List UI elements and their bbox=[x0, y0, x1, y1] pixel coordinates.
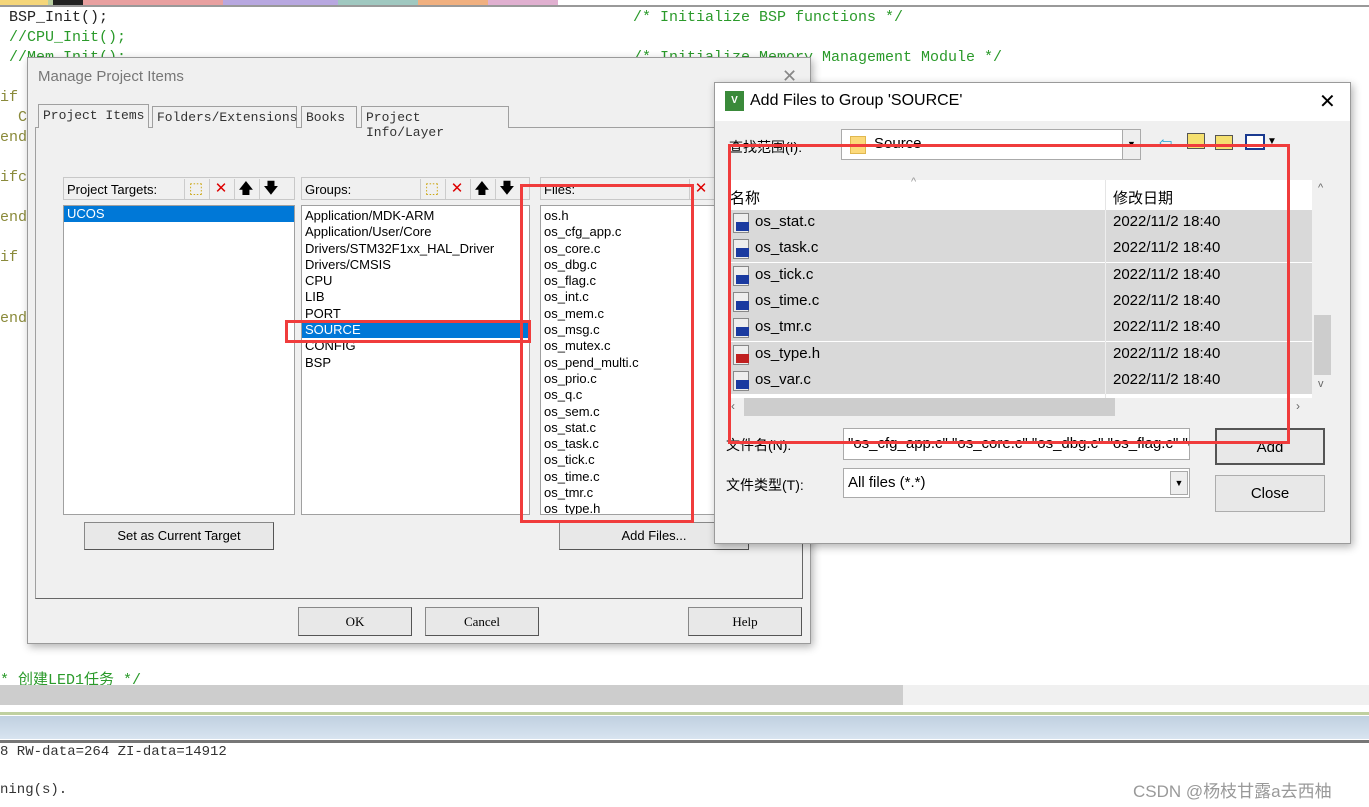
editor-hscrollbar[interactable] bbox=[0, 685, 1369, 705]
group-item[interactable]: Drivers/STM32F1xx_HAL_Driver bbox=[302, 241, 529, 257]
divider bbox=[0, 712, 1369, 715]
code-fragment: if bbox=[0, 89, 19, 106]
move-up-icon[interactable]: 🡅 bbox=[470, 179, 493, 199]
filetype-select[interactable]: All files (*.*) ▼ bbox=[843, 468, 1190, 498]
close-icon[interactable]: ✕ bbox=[1319, 89, 1336, 114]
code-fragment: C bbox=[0, 109, 28, 126]
groups-list[interactable]: Application/MDK-ARM Application/User/Core… bbox=[301, 205, 530, 515]
code-line: //CPU_Init(); bbox=[0, 29, 127, 46]
divider bbox=[0, 740, 1369, 743]
build-output-line: ning(s). bbox=[0, 782, 68, 798]
file-list-vscrollbar[interactable]: ^ v bbox=[1312, 180, 1333, 395]
targets-label: Project Targets: bbox=[67, 182, 158, 197]
chevron-down-icon[interactable]: ▼ bbox=[1170, 471, 1188, 495]
set-current-target-button[interactable]: Set as Current Target bbox=[84, 522, 274, 550]
code-fragment: end bbox=[0, 129, 28, 146]
move-down-icon[interactable]: 🡇 bbox=[495, 179, 518, 199]
filetype-label: 文件类型(T): bbox=[726, 477, 804, 493]
watermark: CSDN @杨枝甘露a去西柚 bbox=[1133, 782, 1332, 801]
new-icon[interactable]: ⬚ bbox=[420, 179, 443, 199]
move-down-icon[interactable]: 🡇 bbox=[259, 179, 282, 199]
highlight-box-source-group bbox=[285, 320, 531, 343]
close-button[interactable]: Close bbox=[1215, 475, 1325, 512]
scroll-thumb[interactable] bbox=[1314, 315, 1331, 375]
targets-header: Project Targets: ⬚ ✕ 🡅 🡇 bbox=[63, 177, 295, 200]
group-item[interactable]: Application/MDK-ARM bbox=[302, 208, 529, 224]
tab-folders-extensions[interactable]: Folders/Extensions bbox=[152, 106, 297, 128]
groups-label: Groups: bbox=[305, 182, 352, 197]
output-panel-header bbox=[0, 716, 1369, 739]
groups-header: Groups: ⬚ ✕ 🡅 🡇 bbox=[301, 177, 530, 200]
code-line: BSP_Init(); bbox=[0, 9, 109, 26]
group-item[interactable]: Drivers/CMSIS bbox=[302, 257, 529, 273]
ok-button[interactable]: OK bbox=[298, 607, 412, 636]
code-fragment: ifc bbox=[0, 169, 28, 186]
scroll-thumb[interactable] bbox=[0, 685, 903, 705]
tab-project-info-layer[interactable]: Project Info/Layer bbox=[361, 106, 509, 140]
scroll-down-icon[interactable]: v bbox=[1318, 378, 1324, 390]
highlight-box-file-selection bbox=[728, 144, 1290, 444]
tab-project-items[interactable]: Project Items bbox=[38, 104, 150, 128]
dialog-title: Add Files to Group 'SOURCE' bbox=[750, 92, 963, 109]
move-up-icon[interactable]: 🡅 bbox=[234, 179, 257, 199]
code-fragment: if bbox=[0, 249, 19, 266]
cancel-button[interactable]: Cancel bbox=[425, 607, 539, 636]
title-bar: V Add Files to Group 'SOURCE' ✕ bbox=[715, 83, 1350, 121]
group-item[interactable]: CPU bbox=[302, 273, 529, 289]
build-output-line: 8 RW-data=264 ZI-data=14912 bbox=[0, 744, 227, 760]
dialog-title: Manage Project Items bbox=[38, 68, 184, 85]
delete-icon[interactable]: ✕ bbox=[209, 179, 232, 199]
tab-books[interactable]: Books bbox=[301, 106, 357, 128]
group-item[interactable]: Application/User/Core bbox=[302, 224, 529, 240]
new-icon[interactable]: ⬚ bbox=[184, 179, 207, 199]
highlight-box-files bbox=[520, 184, 694, 523]
group-item[interactable]: BSP bbox=[302, 355, 529, 371]
divider bbox=[0, 5, 1369, 7]
targets-list[interactable]: UCOS bbox=[63, 205, 295, 515]
code-fragment: end bbox=[0, 209, 28, 226]
target-item[interactable]: UCOS bbox=[64, 206, 294, 223]
filetype-value: All files (*.*) bbox=[848, 474, 926, 491]
group-item[interactable]: LIB bbox=[302, 289, 529, 305]
scroll-right-icon[interactable]: › bbox=[1296, 399, 1300, 413]
help-button[interactable]: Help bbox=[688, 607, 802, 636]
scroll-up-icon[interactable]: ^ bbox=[1318, 182, 1323, 194]
code-fragment: end bbox=[0, 310, 28, 327]
delete-icon[interactable]: ✕ bbox=[445, 179, 468, 199]
uvision-logo-icon: V bbox=[725, 91, 744, 111]
code-comment: /* Initialize BSP functions */ bbox=[633, 9, 904, 26]
